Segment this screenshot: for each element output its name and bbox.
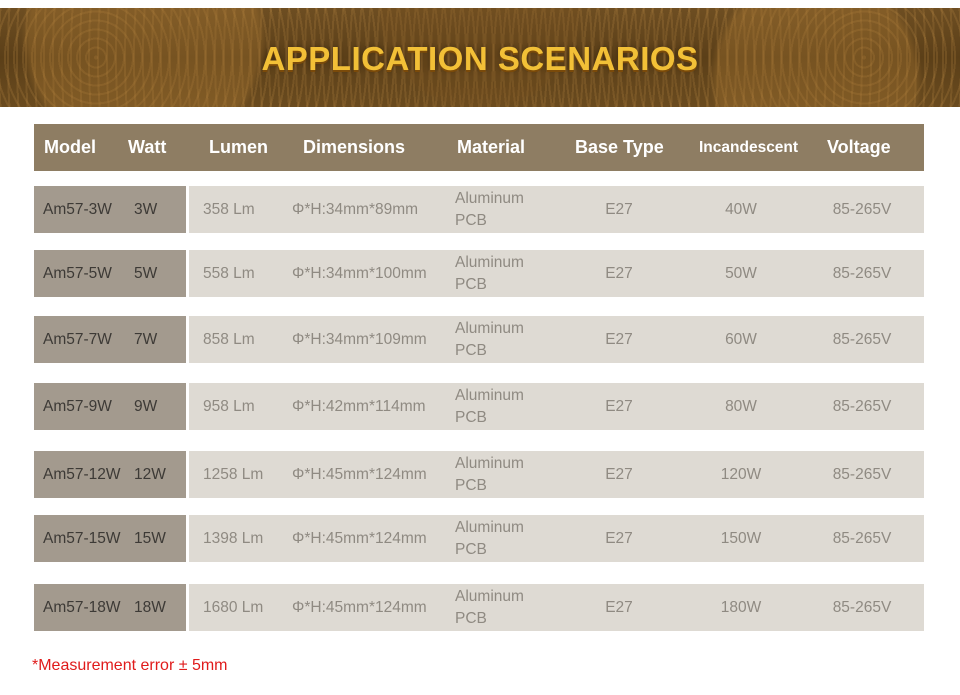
model-cell: Am57-5W — [43, 264, 112, 282]
table-row: Am57-5W 5W 558 Lm Φ*H:34mm*100mm Aluminum PCB… — [34, 250, 924, 297]
base-type-cell: E27 — [605, 330, 633, 348]
dimensions-cell: Φ*H:42mm*114mm — [292, 397, 426, 415]
material-line-1: Aluminum — [455, 518, 524, 536]
header-material: Material — [457, 137, 526, 157]
model-cell: Am57-9W — [43, 397, 112, 415]
lumen-cell: 358 Lm — [203, 200, 255, 218]
model-cell: Am57-7W — [43, 330, 112, 348]
table-row: Am57-3W 3W 358 Lm Φ*H:34mm*89mm Aluminum PCB E… — [34, 186, 924, 233]
voltage-cell: 85-265V — [832, 529, 892, 547]
watt-cell: 12W — [134, 465, 166, 483]
material-line-2: PCB — [455, 408, 487, 426]
model-cell: Am57-12W — [43, 465, 121, 483]
lumen-cell: 958 Lm — [203, 397, 255, 415]
table-row: Am57-18W 18W 1680 Lm Φ*H:45mm*124mm Aluminum… — [34, 584, 924, 631]
material-line-1: Aluminum — [455, 319, 524, 337]
incandescent-cell: 150W — [720, 529, 762, 547]
material-line-1: Aluminum — [455, 454, 524, 472]
material-line-2: PCB — [455, 476, 487, 494]
material-line-2: PCB — [455, 609, 487, 627]
voltage-cell: 85-265V — [832, 397, 892, 415]
incandescent-cell: 60W — [725, 330, 757, 348]
material-line-2: PCB — [455, 540, 487, 558]
lumen-cell: 1398 Lm — [203, 529, 264, 547]
watt-cell: 3W — [134, 200, 158, 218]
material-cell: Aluminum PCB — [455, 515, 524, 562]
lumen-cell: 558 Lm — [203, 264, 255, 282]
measurement-note: *Measurement error ± 5mm — [32, 657, 228, 674]
watt-cell: 5W — [134, 264, 158, 282]
base-type-cell: E27 — [605, 264, 633, 282]
model-cell: Am57-3W — [43, 200, 112, 218]
base-type-cell: E27 — [605, 598, 633, 616]
voltage-cell: 85-265V — [832, 330, 892, 348]
table-header: Model Watt Lumen Dimensions Material Bas… — [34, 124, 924, 171]
dimensions-cell: Φ*H:45mm*124mm — [292, 529, 427, 547]
watt-cell: 15W — [134, 529, 166, 547]
watt-cell: 7W — [134, 330, 158, 348]
material-line-2: PCB — [455, 275, 487, 293]
material-cell: Aluminum PCB — [455, 316, 524, 363]
material-line-1: Aluminum — [455, 386, 524, 404]
dimensions-cell: Φ*H:45mm*124mm — [292, 465, 427, 483]
header-lumen: Lumen — [209, 137, 269, 157]
header-voltage: Voltage — [827, 137, 891, 157]
header-model: Model — [44, 137, 96, 157]
dimensions-cell: Φ*H:34mm*100mm — [292, 264, 427, 282]
dimensions-cell: Φ*H:45mm*124mm — [292, 598, 427, 616]
table-row: Am57-7W 7W 858 Lm Φ*H:34mm*109mm Aluminum PCB… — [34, 316, 924, 363]
header-base-type: Base Type — [575, 137, 664, 157]
base-type-cell: E27 — [605, 529, 633, 547]
base-type-cell: E27 — [605, 200, 633, 218]
voltage-cell: 85-265V — [832, 200, 892, 218]
incandescent-cell: 40W — [725, 200, 757, 218]
table-row: Am57-15W 15W 1398 Lm Φ*H:45mm*124mm Aluminum… — [34, 515, 924, 562]
base-type-cell: E27 — [605, 465, 633, 483]
table-row: Am57-9W 9W 958 Lm Φ*H:42mm*114mm Aluminum PCB… — [34, 383, 924, 430]
incandescent-cell: 80W — [725, 397, 757, 415]
material-cell: Aluminum PCB — [455, 584, 524, 631]
material-line-1: Aluminum — [455, 587, 524, 605]
model-cell: Am57-15W — [43, 529, 121, 547]
header-incandescent: Incandescent — [699, 139, 799, 156]
watt-cell: 18W — [134, 598, 166, 616]
title-banner: APPLICATION SCENARIOS — [0, 8, 960, 107]
incandescent-cell: 50W — [725, 264, 757, 282]
dimensions-cell: Φ*H:34mm*109mm — [292, 330, 427, 348]
lumen-cell: 858 Lm — [203, 330, 255, 348]
lumen-cell: 1258 Lm — [203, 465, 264, 483]
header-watt: Watt — [128, 137, 167, 157]
incandescent-cell: 180W — [720, 598, 762, 616]
material-line-2: PCB — [455, 211, 487, 229]
material-cell: Aluminum PCB — [455, 383, 524, 430]
incandescent-cell: 120W — [720, 465, 762, 483]
material-cell: Aluminum PCB — [455, 250, 524, 297]
watt-cell: 9W — [134, 397, 158, 415]
table-row: Am57-12W 12W 1258 Lm Φ*H:45mm*124mm Aluminum… — [34, 451, 924, 498]
header-dimensions: Dimensions — [303, 137, 406, 157]
lumen-cell: 1680 Lm — [203, 598, 264, 616]
dimensions-cell: Φ*H:34mm*89mm — [292, 200, 419, 218]
material-line-1: Aluminum — [455, 189, 524, 207]
banner-title: APPLICATION SCENARIOS — [261, 40, 699, 77]
voltage-cell: 85-265V — [832, 598, 892, 616]
material-line-1: Aluminum — [455, 253, 524, 271]
base-type-cell: E27 — [605, 397, 633, 415]
model-cell: Am57-18W — [43, 598, 121, 616]
voltage-cell: 85-265V — [832, 264, 892, 282]
material-cell: Aluminum PCB — [455, 186, 524, 233]
material-line-2: PCB — [455, 341, 487, 359]
material-cell: Aluminum PCB — [455, 451, 524, 498]
voltage-cell: 85-265V — [832, 465, 892, 483]
